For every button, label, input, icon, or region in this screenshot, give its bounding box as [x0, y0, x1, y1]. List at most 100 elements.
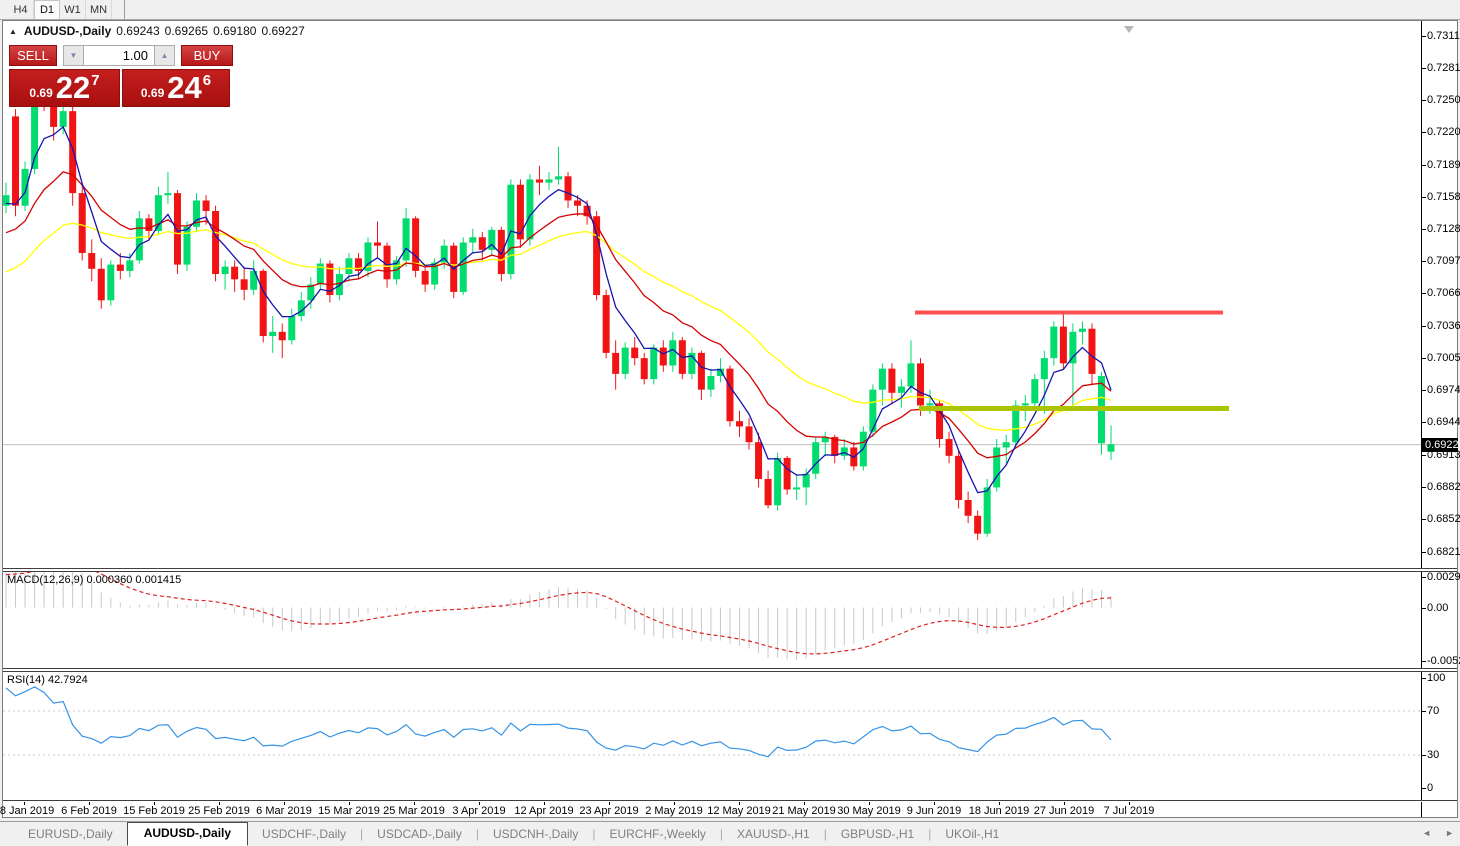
date-tick-label: 6 Mar 2019 — [256, 805, 312, 817]
price-tick — [1422, 486, 1426, 488]
buy-button[interactable]: BUY — [181, 45, 233, 66]
price-tick-label: 0.70360 — [1427, 319, 1460, 332]
price-tick — [1422, 390, 1426, 392]
mt4-window: H4 D1 W1 MN ▲ AUDUSD-,Daily 0.69243 0.69265… — [0, 0, 1460, 846]
collapse-triangle-icon[interactable]: ▲ — [9, 27, 17, 36]
price-tick-label: 0.71585 — [1427, 190, 1460, 203]
rsi-line — [5, 686, 1112, 758]
price-tick — [1422, 422, 1426, 424]
chart-window: ▲ AUDUSD-,Daily 0.69243 0.69265 0.69180 … — [0, 20, 1460, 818]
price-tick — [1422, 293, 1426, 295]
buy-quote-box[interactable]: 0.69 24 6 — [122, 69, 230, 107]
price-tick-label: 0.73115 — [1427, 30, 1460, 42]
price-tick — [1422, 518, 1426, 520]
chart-shift-marker-icon[interactable] — [1124, 26, 1134, 33]
price-tick-label: 0.72505 — [1427, 94, 1460, 107]
sell-button[interactable]: SELL — [9, 45, 57, 66]
macd-canvas[interactable] — [3, 572, 1421, 668]
rsi-label: RSI(14) 42.7924 — [7, 674, 88, 686]
resistance-hline[interactable] — [915, 310, 1223, 315]
timeframe-button-d1[interactable]: D1 — [34, 0, 60, 19]
symbol-tab-bar: EURUSD-,Daily AUDUSD-,Daily USDCHF-,Daily |… — [0, 821, 1460, 846]
date-tick-label: 7 Jul 2019 — [1103, 805, 1155, 817]
price-tick-label: 0.69745 — [1427, 384, 1460, 397]
macd-axis[interactable]: 0.002984 0.00 -0.005255 — [1421, 571, 1460, 668]
price-tick-label: 0.69440 — [1427, 416, 1460, 429]
macd-pane[interactable]: MACD(12,26,9) 0.000360 0.001415 — [3, 572, 1421, 668]
buy-price-sup: 6 — [202, 72, 212, 89]
macd-tick-label: 0.002984 — [1427, 571, 1460, 583]
macd-tick-label: 0.00 — [1427, 601, 1449, 614]
rsi-axis[interactable]: 100 70 30 0 — [1421, 672, 1457, 800]
price-tick — [1422, 551, 1426, 553]
rsi-canvas[interactable] — [3, 672, 1421, 800]
macd-tick — [1422, 607, 1426, 609]
price-tick — [1422, 36, 1426, 37]
symbol-tab-gbpusd[interactable]: GBPUSD-,H1 — [827, 823, 928, 846]
timeframe-button-h4[interactable]: H4 — [8, 0, 34, 19]
date-tick-label: 9 Jun 2019 — [906, 805, 962, 817]
date-tick-label: 23 Apr 2019 — [579, 805, 639, 817]
symbol-tab-audusd[interactable]: AUDUSD-,Daily — [126, 822, 249, 846]
volume-input[interactable] — [84, 45, 154, 66]
macd-tick — [1422, 661, 1426, 663]
rsi-tick-label: 0 — [1427, 782, 1434, 794]
current-price-badge: 0.69227 — [1422, 437, 1460, 452]
symbol-tab-eurchf[interactable]: EURCHF-,Weekly — [595, 823, 719, 846]
toolbar-divider — [124, 0, 125, 19]
rsi-tick — [1422, 788, 1426, 789]
price-tick-label: 0.68520 — [1427, 512, 1460, 525]
price-tick-label: 0.68825 — [1427, 480, 1460, 493]
date-tick-label: 27 Jun 2019 — [1033, 805, 1095, 817]
buy-price-big: 24 — [167, 70, 202, 105]
price-tick — [1422, 358, 1426, 360]
buy-price-prefix: 0.69 — [140, 86, 165, 100]
support-hline[interactable] — [919, 405, 1229, 411]
sell-price-prefix: 0.69 — [29, 86, 53, 100]
ma-slow-line — [5, 222, 1112, 432]
price-tick — [1422, 196, 1426, 198]
symbol-tab-usdchf[interactable]: USDCHF-,Daily — [248, 823, 360, 846]
tab-scroll-controls: ◄ ► — [1422, 828, 1454, 838]
price-tick — [1422, 100, 1426, 102]
rsi-tick — [1422, 755, 1426, 756]
price-tick-label: 0.71890 — [1427, 158, 1460, 171]
macd-tick — [1422, 577, 1426, 578]
price-tick-label: 0.70050 — [1427, 352, 1460, 365]
rsi-tick — [1422, 711, 1426, 712]
symbol-tab-ukoil[interactable]: UKOil-,H1 — [931, 823, 1013, 846]
chart-symbol-label: AUDUSD-,Daily — [23, 24, 112, 38]
date-tick-label: 18 Jun 2019 — [968, 805, 1030, 817]
rsi-pane[interactable]: RSI(14) 42.7924 — [3, 672, 1421, 800]
price-tick-label: 0.72200 — [1427, 126, 1460, 139]
date-axis[interactable]: 28 Jan 2019 6 Feb 2019 15 Feb 201925 Feb 2… — [0, 802, 1457, 817]
price-axis[interactable]: 0.73115 0.72810 0.72505 0.72200 0.71890 0.715… — [1421, 21, 1460, 568]
tab-scroll-left-button[interactable]: ◄ — [1422, 828, 1431, 838]
volume-increase-button[interactable]: ▲ — [154, 45, 175, 66]
timeframe-button-w1[interactable]: W1 — [60, 0, 86, 19]
price-tick — [1422, 454, 1426, 456]
price-tick-label: 0.70970 — [1427, 255, 1460, 268]
tab-scroll-right-button[interactable]: ► — [1445, 828, 1454, 838]
rsi-tick-label: 70 — [1427, 705, 1440, 717]
ohlc-close: 0.69227 — [261, 24, 305, 38]
timeframe-button-mn[interactable]: MN — [86, 0, 112, 19]
macd-tick-label: -0.005255 — [1427, 655, 1460, 668]
date-tick-label: 15 Feb 2019 — [123, 805, 185, 817]
date-tick-label: 2 May 2019 — [645, 805, 703, 817]
sell-price-sup: 7 — [91, 72, 100, 89]
ma-mid-line — [5, 171, 1112, 459]
volume-decrease-button[interactable]: ▼ — [63, 45, 84, 66]
axis-corner-line — [1421, 802, 1422, 817]
symbol-tab-eurusd[interactable]: EURUSD-,Daily — [14, 823, 127, 846]
symbol-tab-usdcad[interactable]: USDCAD-,Daily — [363, 823, 476, 846]
price-tick-label: 0.72810 — [1427, 62, 1460, 75]
symbol-tab-usdcnh[interactable]: USDCNH-,Daily — [479, 823, 592, 846]
symbol-tab-xauusd[interactable]: XAUUSD-,H1 — [723, 823, 824, 846]
sell-quote-box[interactable]: 0.69 22 7 — [9, 69, 120, 107]
date-tick-label: 3 Apr 2019 — [452, 805, 506, 817]
date-tick-label: 25 Feb 2019 — [188, 805, 250, 817]
date-tick-label: 25 Mar 2019 — [383, 805, 445, 817]
price-tick-label: 0.71280 — [1427, 222, 1460, 235]
date-tick-label: 28 Jan 2019 — [0, 805, 55, 817]
